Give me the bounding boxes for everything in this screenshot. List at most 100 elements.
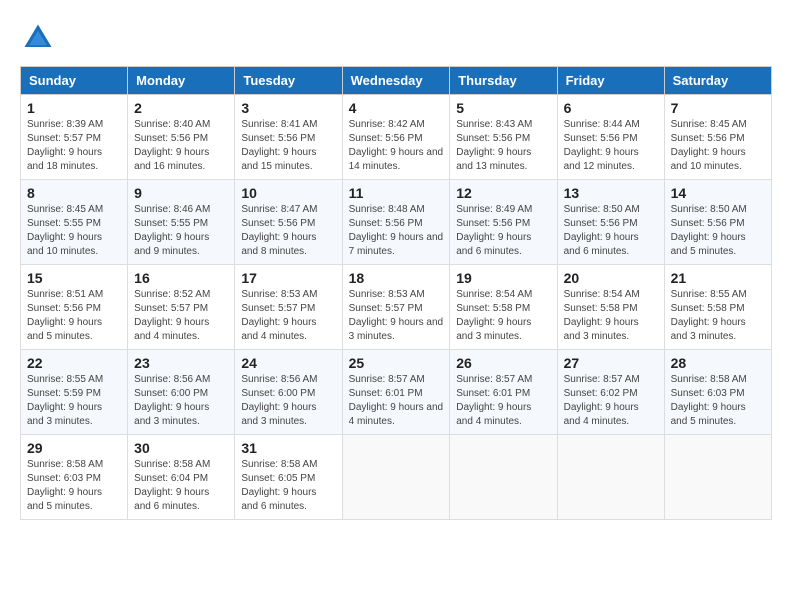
day-detail: Sunrise: 8:46 AM Sunset: 5:55 PM Dayligh… xyxy=(134,203,228,259)
day-number: 29 xyxy=(27,440,121,456)
day-number: 20 xyxy=(564,270,658,286)
day-detail: Sunrise: 8:58 AM Sunset: 6:03 PM Dayligh… xyxy=(671,373,765,429)
day-number: 31 xyxy=(241,440,335,456)
day-detail: Sunrise: 8:58 AM Sunset: 6:03 PM Dayligh… xyxy=(27,458,121,514)
calendar-cell xyxy=(664,435,771,520)
calendar-cell: 8 Sunrise: 8:45 AM Sunset: 5:55 PM Dayli… xyxy=(21,180,128,265)
day-detail: Sunrise: 8:52 AM Sunset: 5:57 PM Dayligh… xyxy=(134,288,228,344)
day-number: 3 xyxy=(241,100,335,116)
day-detail: Sunrise: 8:57 AM Sunset: 6:01 PM Dayligh… xyxy=(456,373,550,429)
day-number: 4 xyxy=(349,100,444,116)
calendar-day-header: Friday xyxy=(557,67,664,95)
calendar-cell: 25 Sunrise: 8:57 AM Sunset: 6:01 PM Dayl… xyxy=(342,350,450,435)
day-number: 11 xyxy=(349,185,444,201)
calendar-cell xyxy=(450,435,557,520)
day-detail: Sunrise: 8:54 AM Sunset: 5:58 PM Dayligh… xyxy=(564,288,658,344)
calendar-day-header: Monday xyxy=(128,67,235,95)
day-detail: Sunrise: 8:51 AM Sunset: 5:56 PM Dayligh… xyxy=(27,288,121,344)
day-detail: Sunrise: 8:53 AM Sunset: 5:57 PM Dayligh… xyxy=(241,288,335,344)
day-number: 18 xyxy=(349,270,444,286)
calendar-cell: 28 Sunrise: 8:58 AM Sunset: 6:03 PM Dayl… xyxy=(664,350,771,435)
day-detail: Sunrise: 8:45 AM Sunset: 5:55 PM Dayligh… xyxy=(27,203,121,259)
day-number: 30 xyxy=(134,440,228,456)
day-detail: Sunrise: 8:41 AM Sunset: 5:56 PM Dayligh… xyxy=(241,118,335,174)
calendar-week-row: 8 Sunrise: 8:45 AM Sunset: 5:55 PM Dayli… xyxy=(21,180,772,265)
calendar-cell: 6 Sunrise: 8:44 AM Sunset: 5:56 PM Dayli… xyxy=(557,95,664,180)
day-number: 7 xyxy=(671,100,765,116)
calendar-cell: 19 Sunrise: 8:54 AM Sunset: 5:58 PM Dayl… xyxy=(450,265,557,350)
day-number: 28 xyxy=(671,355,765,371)
calendar-cell: 30 Sunrise: 8:58 AM Sunset: 6:04 PM Dayl… xyxy=(128,435,235,520)
day-number: 10 xyxy=(241,185,335,201)
calendar-cell: 31 Sunrise: 8:58 AM Sunset: 6:05 PM Dayl… xyxy=(235,435,342,520)
day-detail: Sunrise: 8:54 AM Sunset: 5:58 PM Dayligh… xyxy=(456,288,550,344)
calendar-cell: 11 Sunrise: 8:48 AM Sunset: 5:56 PM Dayl… xyxy=(342,180,450,265)
day-detail: Sunrise: 8:40 AM Sunset: 5:56 PM Dayligh… xyxy=(134,118,228,174)
day-number: 12 xyxy=(456,185,550,201)
calendar-cell: 5 Sunrise: 8:43 AM Sunset: 5:56 PM Dayli… xyxy=(450,95,557,180)
calendar-cell: 26 Sunrise: 8:57 AM Sunset: 6:01 PM Dayl… xyxy=(450,350,557,435)
day-number: 2 xyxy=(134,100,228,116)
day-detail: Sunrise: 8:39 AM Sunset: 5:57 PM Dayligh… xyxy=(27,118,121,174)
day-number: 17 xyxy=(241,270,335,286)
day-number: 24 xyxy=(241,355,335,371)
day-number: 5 xyxy=(456,100,550,116)
calendar-cell: 20 Sunrise: 8:54 AM Sunset: 5:58 PM Dayl… xyxy=(557,265,664,350)
logo-icon xyxy=(20,20,56,56)
calendar-cell: 15 Sunrise: 8:51 AM Sunset: 5:56 PM Dayl… xyxy=(21,265,128,350)
calendar-cell: 4 Sunrise: 8:42 AM Sunset: 5:56 PM Dayli… xyxy=(342,95,450,180)
calendar-cell: 22 Sunrise: 8:55 AM Sunset: 5:59 PM Dayl… xyxy=(21,350,128,435)
day-detail: Sunrise: 8:50 AM Sunset: 5:56 PM Dayligh… xyxy=(564,203,658,259)
day-number: 8 xyxy=(27,185,121,201)
calendar-header-row: SundayMondayTuesdayWednesdayThursdayFrid… xyxy=(21,67,772,95)
day-detail: Sunrise: 8:58 AM Sunset: 6:05 PM Dayligh… xyxy=(241,458,335,514)
calendar-cell: 24 Sunrise: 8:56 AM Sunset: 6:00 PM Dayl… xyxy=(235,350,342,435)
calendar-cell: 9 Sunrise: 8:46 AM Sunset: 5:55 PM Dayli… xyxy=(128,180,235,265)
calendar-week-row: 1 Sunrise: 8:39 AM Sunset: 5:57 PM Dayli… xyxy=(21,95,772,180)
day-detail: Sunrise: 8:50 AM Sunset: 5:56 PM Dayligh… xyxy=(671,203,765,259)
day-detail: Sunrise: 8:55 AM Sunset: 5:58 PM Dayligh… xyxy=(671,288,765,344)
day-number: 22 xyxy=(27,355,121,371)
day-detail: Sunrise: 8:47 AM Sunset: 5:56 PM Dayligh… xyxy=(241,203,335,259)
calendar-cell: 16 Sunrise: 8:52 AM Sunset: 5:57 PM Dayl… xyxy=(128,265,235,350)
day-detail: Sunrise: 8:44 AM Sunset: 5:56 PM Dayligh… xyxy=(564,118,658,174)
calendar-cell: 3 Sunrise: 8:41 AM Sunset: 5:56 PM Dayli… xyxy=(235,95,342,180)
calendar-cell: 27 Sunrise: 8:57 AM Sunset: 6:02 PM Dayl… xyxy=(557,350,664,435)
calendar-week-row: 22 Sunrise: 8:55 AM Sunset: 5:59 PM Dayl… xyxy=(21,350,772,435)
day-detail: Sunrise: 8:48 AM Sunset: 5:56 PM Dayligh… xyxy=(349,203,444,259)
day-detail: Sunrise: 8:43 AM Sunset: 5:56 PM Dayligh… xyxy=(456,118,550,174)
calendar-cell: 12 Sunrise: 8:49 AM Sunset: 5:56 PM Dayl… xyxy=(450,180,557,265)
day-detail: Sunrise: 8:49 AM Sunset: 5:56 PM Dayligh… xyxy=(456,203,550,259)
calendar-week-row: 15 Sunrise: 8:51 AM Sunset: 5:56 PM Dayl… xyxy=(21,265,772,350)
calendar-cell: 7 Sunrise: 8:45 AM Sunset: 5:56 PM Dayli… xyxy=(664,95,771,180)
calendar-cell: 21 Sunrise: 8:55 AM Sunset: 5:58 PM Dayl… xyxy=(664,265,771,350)
day-detail: Sunrise: 8:53 AM Sunset: 5:57 PM Dayligh… xyxy=(349,288,444,344)
calendar-day-header: Thursday xyxy=(450,67,557,95)
day-detail: Sunrise: 8:58 AM Sunset: 6:04 PM Dayligh… xyxy=(134,458,228,514)
day-detail: Sunrise: 8:57 AM Sunset: 6:02 PM Dayligh… xyxy=(564,373,658,429)
day-number: 15 xyxy=(27,270,121,286)
calendar-day-header: Saturday xyxy=(664,67,771,95)
day-number: 23 xyxy=(134,355,228,371)
calendar-day-header: Wednesday xyxy=(342,67,450,95)
day-number: 26 xyxy=(456,355,550,371)
day-detail: Sunrise: 8:45 AM Sunset: 5:56 PM Dayligh… xyxy=(671,118,765,174)
day-detail: Sunrise: 8:57 AM Sunset: 6:01 PM Dayligh… xyxy=(349,373,444,429)
day-detail: Sunrise: 8:56 AM Sunset: 6:00 PM Dayligh… xyxy=(241,373,335,429)
day-number: 1 xyxy=(27,100,121,116)
calendar-cell: 1 Sunrise: 8:39 AM Sunset: 5:57 PM Dayli… xyxy=(21,95,128,180)
calendar-day-header: Tuesday xyxy=(235,67,342,95)
calendar-cell: 10 Sunrise: 8:47 AM Sunset: 5:56 PM Dayl… xyxy=(235,180,342,265)
calendar-cell xyxy=(342,435,450,520)
calendar-cell: 13 Sunrise: 8:50 AM Sunset: 5:56 PM Dayl… xyxy=(557,180,664,265)
calendar-cell: 14 Sunrise: 8:50 AM Sunset: 5:56 PM Dayl… xyxy=(664,180,771,265)
calendar-cell: 23 Sunrise: 8:56 AM Sunset: 6:00 PM Dayl… xyxy=(128,350,235,435)
day-number: 16 xyxy=(134,270,228,286)
day-number: 19 xyxy=(456,270,550,286)
calendar-day-header: Sunday xyxy=(21,67,128,95)
day-detail: Sunrise: 8:55 AM Sunset: 5:59 PM Dayligh… xyxy=(27,373,121,429)
calendar-cell: 2 Sunrise: 8:40 AM Sunset: 5:56 PM Dayli… xyxy=(128,95,235,180)
day-number: 6 xyxy=(564,100,658,116)
day-number: 21 xyxy=(671,270,765,286)
day-detail: Sunrise: 8:42 AM Sunset: 5:56 PM Dayligh… xyxy=(349,118,444,174)
